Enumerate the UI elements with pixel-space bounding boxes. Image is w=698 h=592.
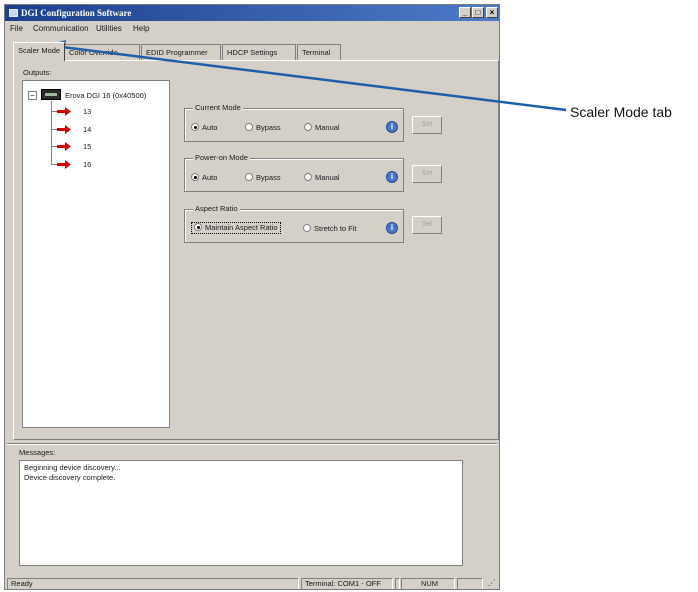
radio-label: Stretch to Fit [314, 224, 357, 233]
group-label: Current Mode [193, 103, 243, 112]
maintain-aspect-ratio-radio[interactable]: Maintain Aspect Ratio [191, 222, 281, 234]
radio-indicator [191, 173, 199, 181]
radio-label: Bypass [256, 123, 281, 132]
power-on-manual-radio[interactable]: Manual [304, 173, 340, 183]
info-icon[interactable]: i [386, 121, 398, 133]
splitter[interactable] [7, 443, 497, 445]
outputs-tree[interactable]: − Erova DGI 16 (0x40500) 13 14 15 16 [22, 80, 170, 428]
tab-terminal[interactable]: Terminal [297, 44, 341, 60]
window-title: DGI Configuration Software [21, 8, 132, 18]
right-arrow-icon [57, 160, 71, 169]
right-arrow-icon [57, 125, 71, 134]
radio-label: Manual [315, 173, 340, 182]
resize-grip-icon[interactable]: ⋰ [485, 578, 497, 589]
power-on-mode-set-button[interactable]: Set [412, 165, 442, 183]
collapse-expander[interactable]: − [28, 91, 37, 100]
output-item-16[interactable]: 16 [83, 160, 91, 169]
message-line: Device discovery complete. [24, 473, 116, 482]
tab-hdcp-settings[interactable]: HDCP Settings [222, 44, 296, 60]
radio-indicator [245, 173, 253, 181]
power-on-bypass-radio[interactable]: Bypass [245, 173, 281, 183]
menu-communication[interactable]: Communication [33, 24, 89, 33]
menu-bar: File Communication Utilities Help [5, 22, 499, 36]
radio-label: Bypass [256, 173, 281, 182]
tab-edid-programmer[interactable]: EDID Programmer [141, 44, 221, 60]
right-arrow-icon [57, 107, 71, 116]
messages-box[interactable]: Beginning device discovery... Device dis… [19, 460, 463, 566]
tab-scaler-mode[interactable]: Scaler Mode [13, 42, 65, 61]
stretch-to-fit-radio[interactable]: Stretch to Fit [303, 224, 357, 234]
menu-utilities[interactable]: Utilities [96, 24, 122, 33]
status-spacer [395, 578, 400, 589]
output-item-14[interactable]: 14 [83, 125, 91, 134]
aspect-ratio-group: Aspect Ratio Maintain Aspect Ratio Stret… [184, 204, 404, 243]
menu-file[interactable]: File [10, 24, 23, 33]
info-icon[interactable]: i [386, 171, 398, 183]
radio-label: Auto [202, 123, 218, 132]
output-item-15[interactable]: 15 [83, 142, 91, 151]
radio-label: Maintain Aspect Ratio [205, 223, 278, 232]
current-mode-manual-radio[interactable]: Manual [304, 123, 340, 133]
radio-indicator [304, 123, 312, 131]
radio-indicator [191, 123, 199, 131]
radio-label: Auto [202, 173, 218, 182]
power-on-mode-group: Power-on Mode Auto Bypass Manual i [184, 153, 404, 192]
power-on-auto-radio[interactable]: Auto [191, 173, 217, 183]
close-button[interactable]: × [486, 7, 498, 18]
status-terminal: Terminal: COM1 - OFF [301, 578, 393, 589]
app-window: DGI Configuration Software _ □ × File Co… [4, 4, 500, 590]
minimize-button[interactable]: _ [459, 7, 471, 18]
info-icon[interactable]: i [386, 222, 398, 234]
radio-indicator [245, 123, 253, 131]
callout-label: Scaler Mode tab [570, 104, 672, 120]
messages-label: Messages: [19, 448, 56, 457]
status-spacer [457, 578, 483, 589]
title-bar[interactable]: DGI Configuration Software _ □ × [5, 5, 499, 21]
group-label: Aspect Ratio [193, 204, 240, 213]
tab-color-override[interactable]: Color Override [64, 44, 140, 60]
current-mode-set-button[interactable]: Set [412, 116, 442, 134]
right-arrow-icon [57, 142, 71, 151]
status-bar: Ready Terminal: COM1 - OFF NUM ⋰ [5, 577, 499, 589]
current-mode-auto-radio[interactable]: Auto [191, 123, 217, 133]
device-icon [41, 89, 61, 100]
radio-indicator [304, 173, 312, 181]
message-line: Beginning device discovery... [24, 463, 121, 472]
group-label: Power-on Mode [193, 153, 250, 162]
status-num: NUM [401, 578, 455, 589]
aspect-ratio-set-button[interactable]: Set [412, 216, 442, 234]
app-icon [9, 9, 18, 17]
device-node[interactable]: Erova DGI 16 (0x40500) [65, 91, 146, 100]
menu-help[interactable]: Help [133, 24, 149, 33]
outputs-label: Outputs: [23, 68, 52, 77]
scaler-mode-panel: Outputs: − Erova DGI 16 (0x40500) 13 14 … [13, 60, 499, 440]
current-mode-bypass-radio[interactable]: Bypass [245, 123, 281, 133]
radio-indicator [303, 224, 311, 232]
current-mode-group: Current Mode Auto Bypass Manual i [184, 103, 404, 142]
output-item-13[interactable]: 13 [83, 107, 91, 116]
restore-button[interactable]: □ [472, 7, 484, 18]
radio-indicator [194, 223, 202, 231]
radio-label: Manual [315, 123, 340, 132]
status-ready: Ready [7, 578, 299, 589]
